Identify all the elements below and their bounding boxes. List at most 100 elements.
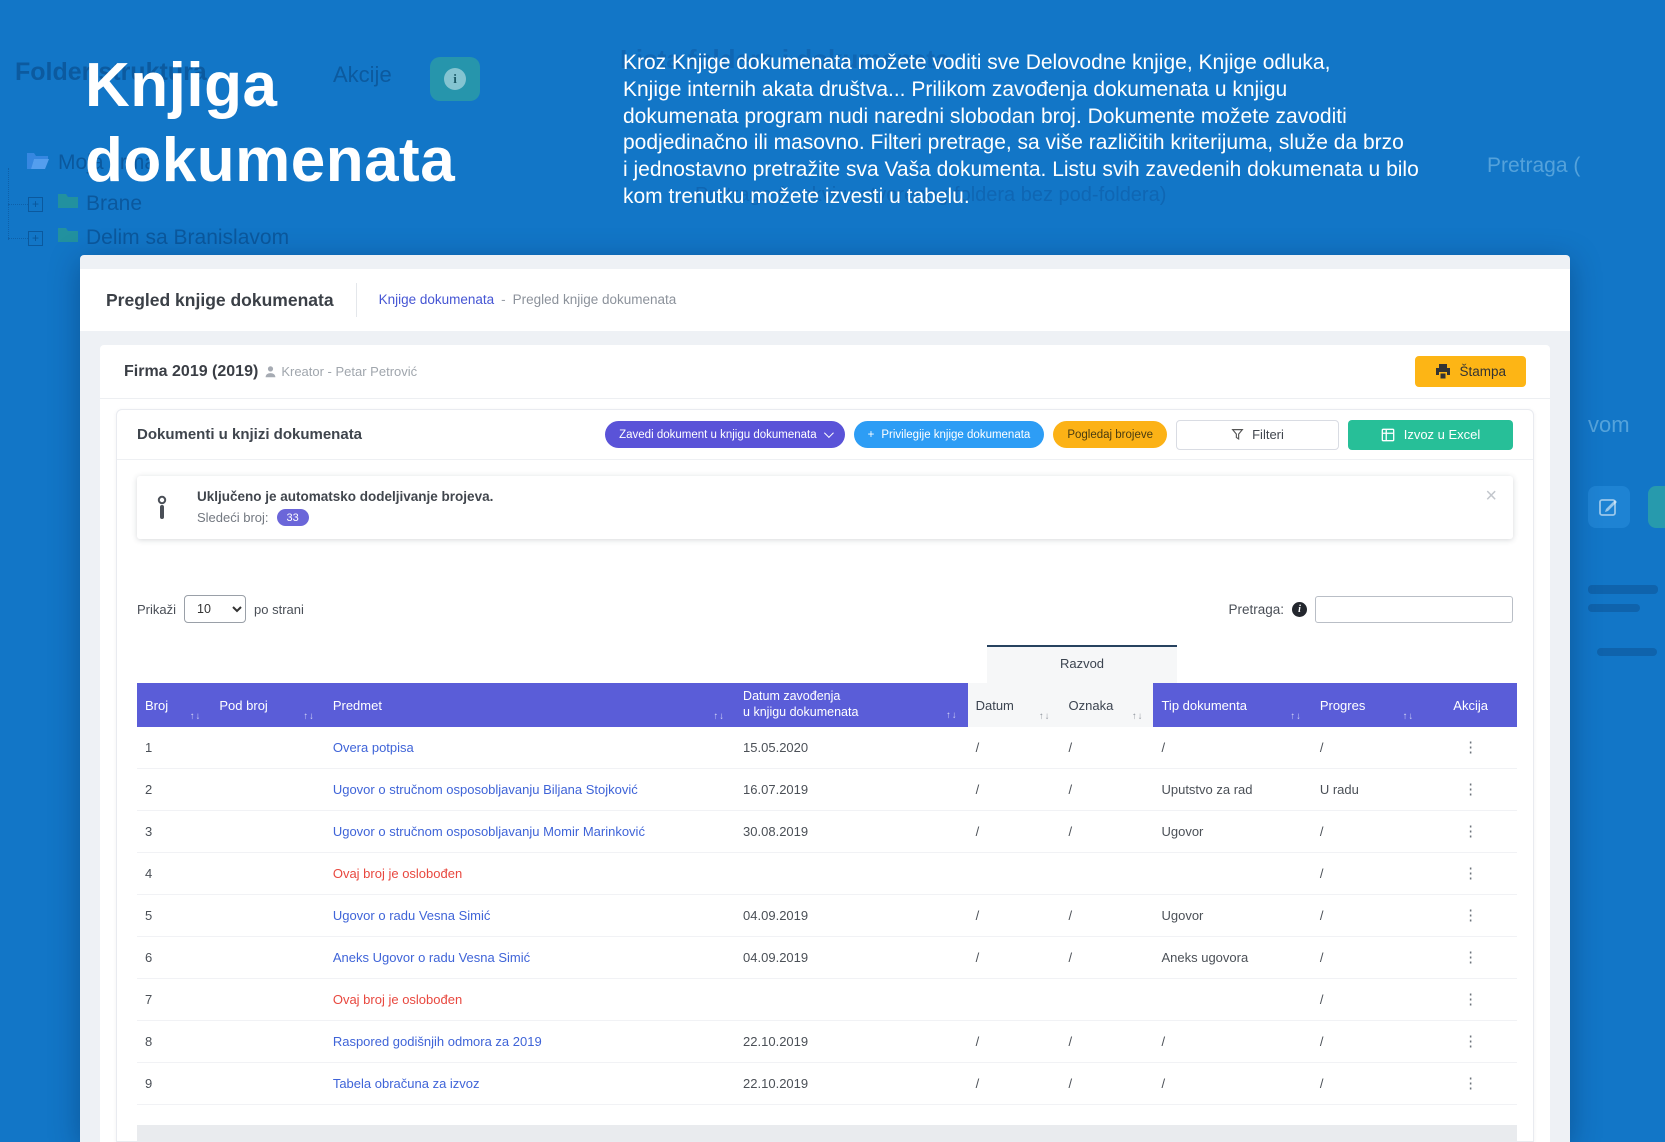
column-label: Datum zavođenja u knjigu dokumenata — [743, 689, 858, 720]
hero-title: Knjiga dokumenata — [85, 48, 455, 198]
filters-button[interactable]: Filteri — [1176, 420, 1339, 450]
row-actions-kebab-icon[interactable]: ⋮ — [1463, 1076, 1478, 1091]
predmet-cell: Ugovor o radu Vesna Simić — [325, 908, 735, 923]
search-control: Pretraga: i — [1228, 596, 1513, 623]
column-header-tip-dokumenta[interactable]: Tip dokumenta↑↓ — [1153, 683, 1311, 727]
table-grid-icon — [1381, 428, 1395, 442]
row-actions-kebab-icon[interactable]: ⋮ — [1463, 740, 1478, 755]
predmet-cell: Raspored godišnjih odmora za 2019 — [325, 1034, 735, 1049]
datum-zavodjenja-cell: 04.09.2019 — [735, 950, 968, 965]
privileges-button[interactable]: + Privilegije knjige dokumenata — [854, 421, 1045, 448]
search-input[interactable] — [1315, 596, 1513, 623]
breadcrumb-link[interactable]: Knjige dokumenata — [379, 292, 495, 307]
broj-cell: 1 — [137, 740, 211, 755]
akcija-cell: ⋮ — [1424, 866, 1517, 881]
row-actions-kebab-icon[interactable]: ⋮ — [1463, 824, 1478, 839]
auto-numbering-alert: Uključeno je automatsko dodeljivanje bro… — [137, 476, 1513, 539]
register-document-label: Zavedi dokument u knjigu dokumenata — [619, 429, 817, 441]
sort-icon: ↑↓ — [1039, 711, 1051, 722]
row-actions-kebab-icon[interactable]: ⋮ — [1463, 782, 1478, 797]
print-button-label: Štampa — [1459, 364, 1506, 379]
column-header-progres[interactable]: Progres↑↓ — [1312, 683, 1424, 727]
per-page-select[interactable]: 10 — [184, 595, 246, 623]
progres-cell: / — [1312, 824, 1424, 839]
progres-cell: / — [1312, 908, 1424, 923]
broj-cell: 3 — [137, 824, 211, 839]
row-actions-kebab-icon[interactable]: ⋮ — [1463, 992, 1478, 1007]
export-excel-button[interactable]: Izvoz u Excel — [1348, 420, 1513, 450]
document-link[interactable]: Overa potpisa — [333, 740, 414, 755]
table-header: Broj↑↓ Pod broj↑↓ Predmet↑↓ Datum zavođe… — [137, 683, 1517, 727]
info-icon — [155, 495, 169, 521]
broj-cell: 5 — [137, 908, 211, 923]
column-header-razvod-oznaka[interactable]: Oznaka↑↓ — [1061, 683, 1154, 727]
row-actions-kebab-icon[interactable]: ⋮ — [1463, 1034, 1478, 1049]
table-row: 4Ovaj broj je oslobođen/⋮ — [137, 853, 1517, 895]
screen: Folder struktura Akcije i Moja firma + B… — [0, 0, 1665, 1142]
view-numbers-label: Pogledaj brojeve — [1067, 429, 1153, 441]
razvod-oznaka-cell: / — [1061, 782, 1154, 797]
column-label: Pod broj — [219, 698, 267, 713]
funnel-icon — [1231, 428, 1244, 441]
book-creator: Kreator - Petar Petrović — [264, 364, 417, 379]
tip-dokumenta-cell: Ugovor — [1153, 908, 1311, 923]
datum-zavodjenja-cell: 15.05.2020 — [735, 740, 968, 755]
document-link[interactable]: Ugovor o stručnom osposobljavanju Momir … — [333, 824, 645, 839]
column-label: Akcija — [1453, 698, 1488, 713]
bg-text-fragment: vom — [1588, 412, 1630, 438]
register-document-button[interactable]: Zavedi dokument u knjigu dokumenata — [605, 421, 845, 448]
table-row: 7Ovaj broj je oslobođen/⋮ — [137, 979, 1517, 1021]
table-row: 8Raspored godišnjih odmora za 201922.10.… — [137, 1021, 1517, 1063]
view-numbers-button[interactable]: Pogledaj brojeve — [1053, 421, 1167, 448]
column-header-broj[interactable]: Broj↑↓ — [137, 683, 211, 727]
plus-icon: + — [868, 429, 875, 441]
predmet-cell: Aneks Ugovor o radu Vesna Simić — [325, 950, 735, 965]
search-label: Pretraga: — [1228, 602, 1284, 617]
show-label: Prikaži — [137, 602, 176, 617]
next-number-badge: 33 — [277, 509, 309, 526]
close-icon[interactable]: × — [1485, 486, 1497, 506]
razvod-oznaka-cell: / — [1061, 740, 1154, 755]
razvod-datum-cell: / — [968, 1034, 1061, 1049]
predmet-cell: Ovaj broj je oslobođen — [325, 992, 735, 1007]
tip-dokumenta-cell: Aneks ugovora — [1153, 950, 1311, 965]
column-header-razvod-datum[interactable]: Datum↑↓ — [968, 683, 1061, 727]
per-page-control: Prikaži 10 po strani — [137, 595, 304, 623]
broj-cell: 8 — [137, 1034, 211, 1049]
column-header-pod-broj[interactable]: Pod broj↑↓ — [211, 683, 324, 727]
folder-icon — [57, 192, 79, 210]
akcija-cell: ⋮ — [1424, 908, 1517, 923]
next-number-label: Sledeći broj: — [197, 510, 269, 525]
document-link[interactable]: Tabela obračuna za izvoz — [333, 1076, 480, 1091]
column-label: Tip dokumenta — [1161, 698, 1247, 713]
column-label: Oznaka — [1069, 698, 1114, 713]
table-row: 5Ugovor o radu Vesna Simić04.09.2019//Ug… — [137, 895, 1517, 937]
row-actions-kebab-icon[interactable]: ⋮ — [1463, 866, 1478, 881]
column-label: Predmet — [333, 698, 382, 713]
column-header-predmet[interactable]: Predmet↑↓ — [325, 683, 735, 727]
broj-cell: 4 — [137, 866, 211, 881]
akcija-cell: ⋮ — [1424, 1034, 1517, 1049]
page-title: Pregled knjige dokumenata — [106, 290, 334, 311]
predmet-cell: Ovaj broj je oslobođen — [325, 866, 735, 881]
razvod-oznaka-cell: / — [1061, 1034, 1154, 1049]
sort-icon: ↑↓ — [190, 711, 202, 722]
razvod-datum-cell: / — [968, 824, 1061, 839]
section-actions: Zavedi dokument u knjigu dokumenata + Pr… — [605, 420, 1513, 450]
column-header-datum-zavodjenja[interactable]: Datum zavođenja u knjigu dokumenata ↑↓ — [735, 683, 968, 727]
tip-dokumenta-cell: / — [1153, 740, 1311, 755]
documents-section: Dokumenti u knjizi dokumenata Zavedi dok… — [116, 409, 1534, 1142]
print-button[interactable]: Štampa — [1415, 356, 1526, 387]
per-page-suffix: po strani — [254, 602, 304, 617]
document-link[interactable]: Aneks Ugovor o radu Vesna Simić — [333, 950, 530, 965]
privileges-label: Privilegije knjige dokumenata — [881, 429, 1030, 441]
freed-number-text: Ovaj broj je oslobođen — [333, 866, 462, 881]
book-header: Firma 2019 (2019) Kreator - Petar Petrov… — [100, 345, 1550, 399]
row-actions-kebab-icon[interactable]: ⋮ — [1463, 950, 1478, 965]
document-link[interactable]: Raspored godišnjih odmora za 2019 — [333, 1034, 542, 1049]
document-link[interactable]: Ugovor o radu Vesna Simić — [333, 908, 491, 923]
document-link[interactable]: Ugovor o stručnom osposobljavanju Biljan… — [333, 782, 638, 797]
progres-cell: / — [1312, 740, 1424, 755]
row-actions-kebab-icon[interactable]: ⋮ — [1463, 908, 1478, 923]
sort-icon: ↑↓ — [946, 710, 958, 722]
